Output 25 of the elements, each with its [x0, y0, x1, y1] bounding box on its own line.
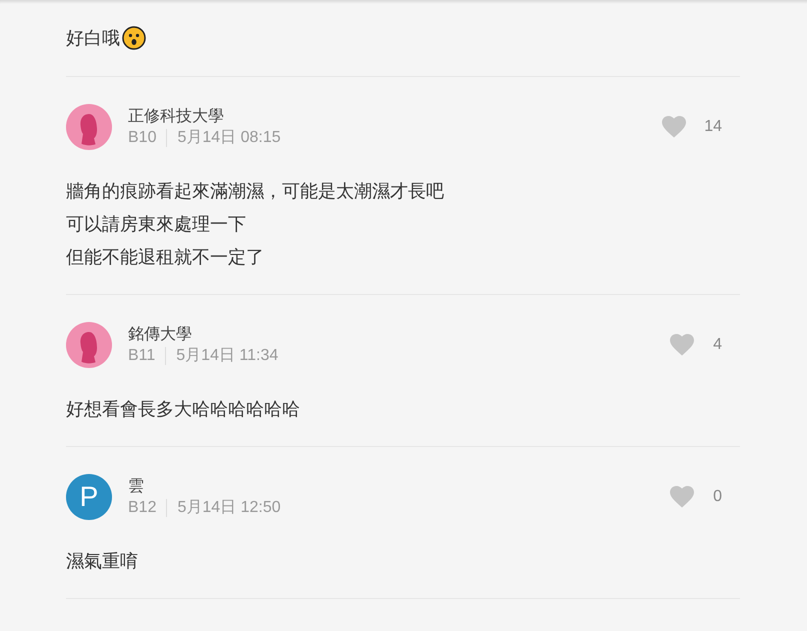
comment-text: 好白哦 — [66, 26, 120, 50]
comment-text: 可以請房東來處理一下 — [66, 213, 247, 237]
floor-number: B11 — [128, 346, 156, 366]
surprised-face-icon — [122, 26, 146, 50]
heart-icon[interactable] — [670, 334, 694, 356]
comment-time: 5月14日 11:34 — [176, 346, 278, 366]
comment-time: 5月14日 12:50 — [177, 498, 281, 518]
author-name: 正修科技大學 — [128, 105, 225, 127]
like-count: 14 — [704, 118, 722, 136]
comment-text: 好想看會長多大哈哈哈哈哈哈 — [66, 398, 301, 422]
heart-icon[interactable] — [662, 116, 686, 138]
avatar-letter: P — [66, 474, 112, 520]
avatar-silhouette-icon — [66, 104, 112, 150]
like-count: 4 — [712, 336, 722, 354]
avatar-silhouette-icon — [66, 322, 112, 368]
floor-number: B12 — [128, 498, 156, 518]
author-name: 銘傳大學 — [128, 323, 193, 345]
comment-time: 5月14日 08:15 — [177, 128, 281, 148]
heart-icon[interactable] — [670, 486, 694, 508]
author-name: 雲 — [128, 475, 145, 497]
comment-text: 但能不能退租就不一定了 — [66, 246, 265, 270]
comment-text: 牆角的痕跡看起來滿潮濕，可能是太潮濕才長吧 — [66, 180, 445, 204]
floor-number: B10 — [128, 128, 156, 148]
like-count: 0 — [712, 488, 722, 506]
comment-text: 濕氣重唷 — [66, 550, 139, 574]
